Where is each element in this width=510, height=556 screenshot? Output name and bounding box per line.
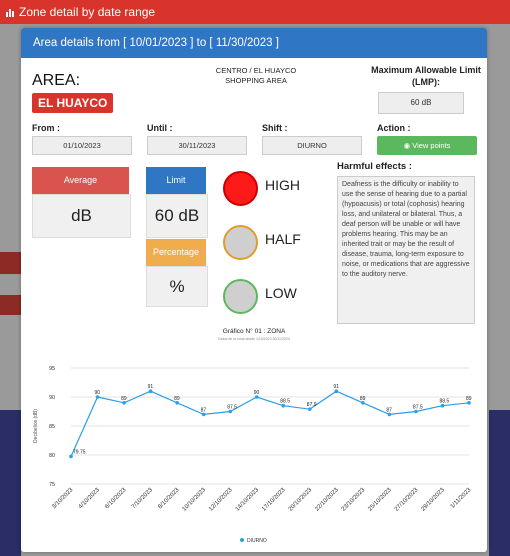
- modal-header: Area details from [ 10/01/2023 ] to [ 11…: [21, 28, 487, 58]
- low-level-label: LOW: [265, 285, 297, 301]
- average-value: dB: [32, 194, 131, 238]
- harmful-effects-text[interactable]: Deafness is the difficulty or inability …: [337, 176, 475, 324]
- data-label: 87.9: [307, 402, 317, 408]
- data-label: 89: [121, 396, 127, 402]
- chart-title: Gráfico N° 01 : ZONA: [222, 328, 286, 335]
- data-label: 88.5: [280, 399, 290, 405]
- background-element: [0, 410, 21, 556]
- average-card-header: Average: [32, 167, 129, 194]
- x-tick-label: 10/10/2023: [182, 487, 208, 513]
- y-tick-label: 90: [49, 395, 55, 401]
- data-label: 89: [360, 396, 366, 402]
- x-tick-label: 3/10/2023: [51, 487, 75, 511]
- location-info: CENTRO / EL HUAYCO SHOPPING AREA: [181, 66, 331, 86]
- action-label: Action :: [377, 123, 411, 133]
- y-tick-label: 80: [49, 453, 55, 459]
- y-tick-label: 85: [49, 424, 55, 430]
- x-tick-label: 17/10/2023: [261, 487, 287, 513]
- x-tick-label: 20/10/2023: [288, 487, 314, 513]
- view-points-label: View points: [412, 141, 451, 150]
- x-tick-label: 7/10/2023: [131, 487, 155, 511]
- high-level-indicator: [223, 171, 258, 206]
- from-label: From :: [32, 123, 60, 133]
- location-line-2: SHOPPING AREA: [225, 76, 287, 85]
- data-label: 91: [148, 384, 154, 390]
- area-name-badge: EL HUAYCO: [32, 93, 114, 113]
- data-label: 90: [254, 390, 260, 396]
- background-element: [0, 252, 21, 274]
- series-line-diurno: [70, 390, 470, 457]
- data-label: 87: [201, 407, 207, 413]
- half-level-indicator: [223, 225, 258, 260]
- limit-card-header: Limit: [146, 167, 206, 194]
- lmp-title: Maximum Allowable Limit (LMP):: [371, 65, 481, 87]
- zone-detail-modal: Area details from [ 10/01/2023 ] to [ 11…: [21, 28, 487, 552]
- eye-icon: ◉: [403, 141, 411, 150]
- harmful-effects-title: Harmful effects :: [337, 161, 412, 172]
- data-label: 91: [333, 384, 339, 390]
- top-bar-title: Zone detail by date range: [19, 5, 156, 19]
- x-tick-label: 14/10/2023: [235, 487, 261, 513]
- data-label: 88.5: [439, 399, 449, 405]
- x-tick-label: 8/10/2023: [157, 487, 181, 511]
- x-tick-label: 12/10/2023: [208, 487, 234, 513]
- data-label: 89: [174, 396, 180, 402]
- x-tick-label: 22/10/2023: [314, 487, 340, 513]
- limit-value: 60 dB: [146, 194, 208, 238]
- data-label: 89: [466, 396, 472, 402]
- modal-header-title: Area details from [ 10/01/2023 ] to [ 11…: [33, 37, 279, 49]
- y-tick-label: 95: [49, 366, 55, 372]
- data-label: 90: [95, 390, 101, 396]
- from-date-field[interactable]: 01/10/2023: [32, 136, 132, 155]
- low-level-indicator: [223, 279, 258, 314]
- x-tick-label: 23/10/2023: [341, 487, 367, 513]
- x-tick-label: 6/10/2023: [104, 487, 128, 511]
- bar-chart-icon: [6, 1, 16, 25]
- y-tick-label: 75: [49, 482, 55, 488]
- data-label: 87: [386, 407, 392, 413]
- until-label: Until :: [147, 123, 173, 133]
- until-date-field[interactable]: 30/11/2023: [147, 136, 247, 155]
- high-level-label: HIGH: [265, 177, 300, 193]
- x-tick-label: 27/10/2023: [394, 487, 420, 513]
- shift-field[interactable]: DIURNO: [262, 136, 362, 155]
- y-axis-label: Decibelios (dB): [33, 409, 39, 443]
- data-label: 87.5: [227, 405, 237, 411]
- background-element: [489, 410, 510, 556]
- lmp-value-field: 60 dB: [378, 92, 464, 114]
- legend-marker: [240, 538, 244, 542]
- top-bar: Zone detail by date range: [0, 0, 510, 24]
- x-tick-label: 29/10/2023: [420, 487, 446, 513]
- view-points-button[interactable]: ◉ View points: [377, 136, 477, 155]
- data-label: 87.5: [413, 405, 423, 411]
- background-element: [0, 295, 21, 315]
- percentage-value: %: [146, 266, 208, 307]
- data-label: 79.75: [73, 449, 86, 455]
- shift-label: Shift :: [262, 123, 288, 133]
- line-chart: 75 80 85 90 95 Decibelios (dB) 79.75 90 89 91 89 87…: [33, 366, 473, 544]
- location-line-1: CENTRO / EL HUAYCO: [215, 66, 297, 75]
- x-tick-label: 4/10/2023: [78, 487, 102, 511]
- area-label: AREA:: [32, 72, 81, 89]
- half-level-label: HALF: [265, 231, 301, 247]
- legend-label: DIURNO: [247, 538, 267, 544]
- x-tick-label: 1/11/2023: [450, 487, 473, 510]
- x-tick-label: 25/10/2023: [367, 487, 393, 513]
- percentage-card-header: Percentage: [146, 239, 206, 266]
